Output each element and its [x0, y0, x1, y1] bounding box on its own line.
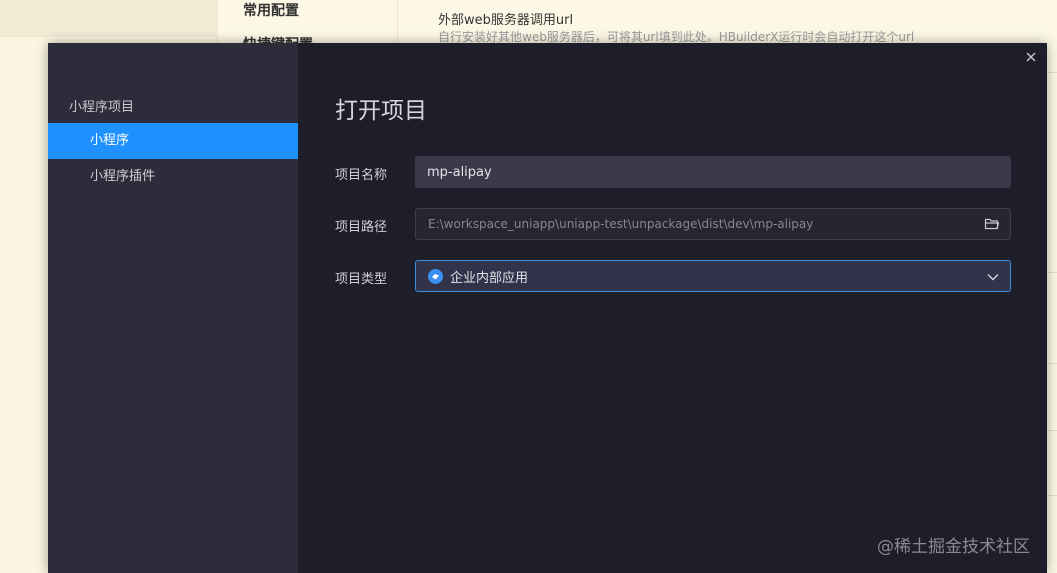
- open-project-dialog: 小程序项目 小程序 小程序插件 打开项目 项目名称 mp-alipay 项目路径…: [48, 43, 1047, 573]
- project-type-label: 项目类型: [335, 272, 388, 287]
- close-icon: [1026, 52, 1036, 62]
- sidebar-item-label: 小程序: [90, 133, 130, 148]
- bg-divider: [1047, 363, 1057, 364]
- bg-settings-sidebar-selected: [0, 0, 218, 37]
- bg-divider: [1047, 72, 1057, 73]
- watermark-text: @稀土掘金技术社区: [877, 537, 1030, 557]
- folder-icon: [984, 218, 1000, 230]
- bg-setting-title: 外部web服务器调用url: [438, 13, 574, 28]
- project-path-value: E:\workspace_uniapp\uniapp-test\unpackag…: [428, 217, 814, 231]
- bg-divider: [1047, 495, 1057, 496]
- sidebar-item-miniprogram[interactable]: 小程序: [48, 123, 298, 159]
- project-path-input[interactable]: E:\workspace_uniapp\uniapp-test\unpackag…: [415, 208, 1011, 240]
- project-type-value: 企业内部应用: [450, 270, 529, 286]
- bg-right-strip: [1047, 44, 1057, 573]
- bg-nav-item-common[interactable]: 常用配置: [243, 0, 299, 20]
- bg-setting-desc: 自行安装好其他web服务器后，可将其url填到此处。HBuilderX运行时会自…: [438, 30, 915, 43]
- project-name-input[interactable]: mp-alipay: [415, 156, 1011, 188]
- bg-divider: [1047, 272, 1057, 273]
- alipay-icon: [428, 268, 443, 284]
- bg-divider: [1047, 430, 1057, 431]
- sidebar-item-miniprogram-plugin[interactable]: 小程序插件: [48, 159, 298, 195]
- sidebar-category-label: 小程序项目: [69, 100, 135, 115]
- dialog-sidebar: 小程序项目 小程序 小程序插件: [48, 43, 298, 573]
- browse-folder-button[interactable]: [984, 217, 1000, 231]
- project-name-value: mp-alipay: [427, 164, 492, 180]
- project-path-label: 项目路径: [335, 220, 388, 235]
- dialog-title: 打开项目: [335, 98, 427, 124]
- project-name-label: 项目名称: [335, 168, 388, 183]
- project-type-select[interactable]: 企业内部应用: [415, 260, 1011, 292]
- chevron-down-icon[interactable]: [986, 270, 1000, 284]
- close-button[interactable]: [1021, 47, 1041, 67]
- sidebar-item-label: 小程序插件: [90, 169, 156, 184]
